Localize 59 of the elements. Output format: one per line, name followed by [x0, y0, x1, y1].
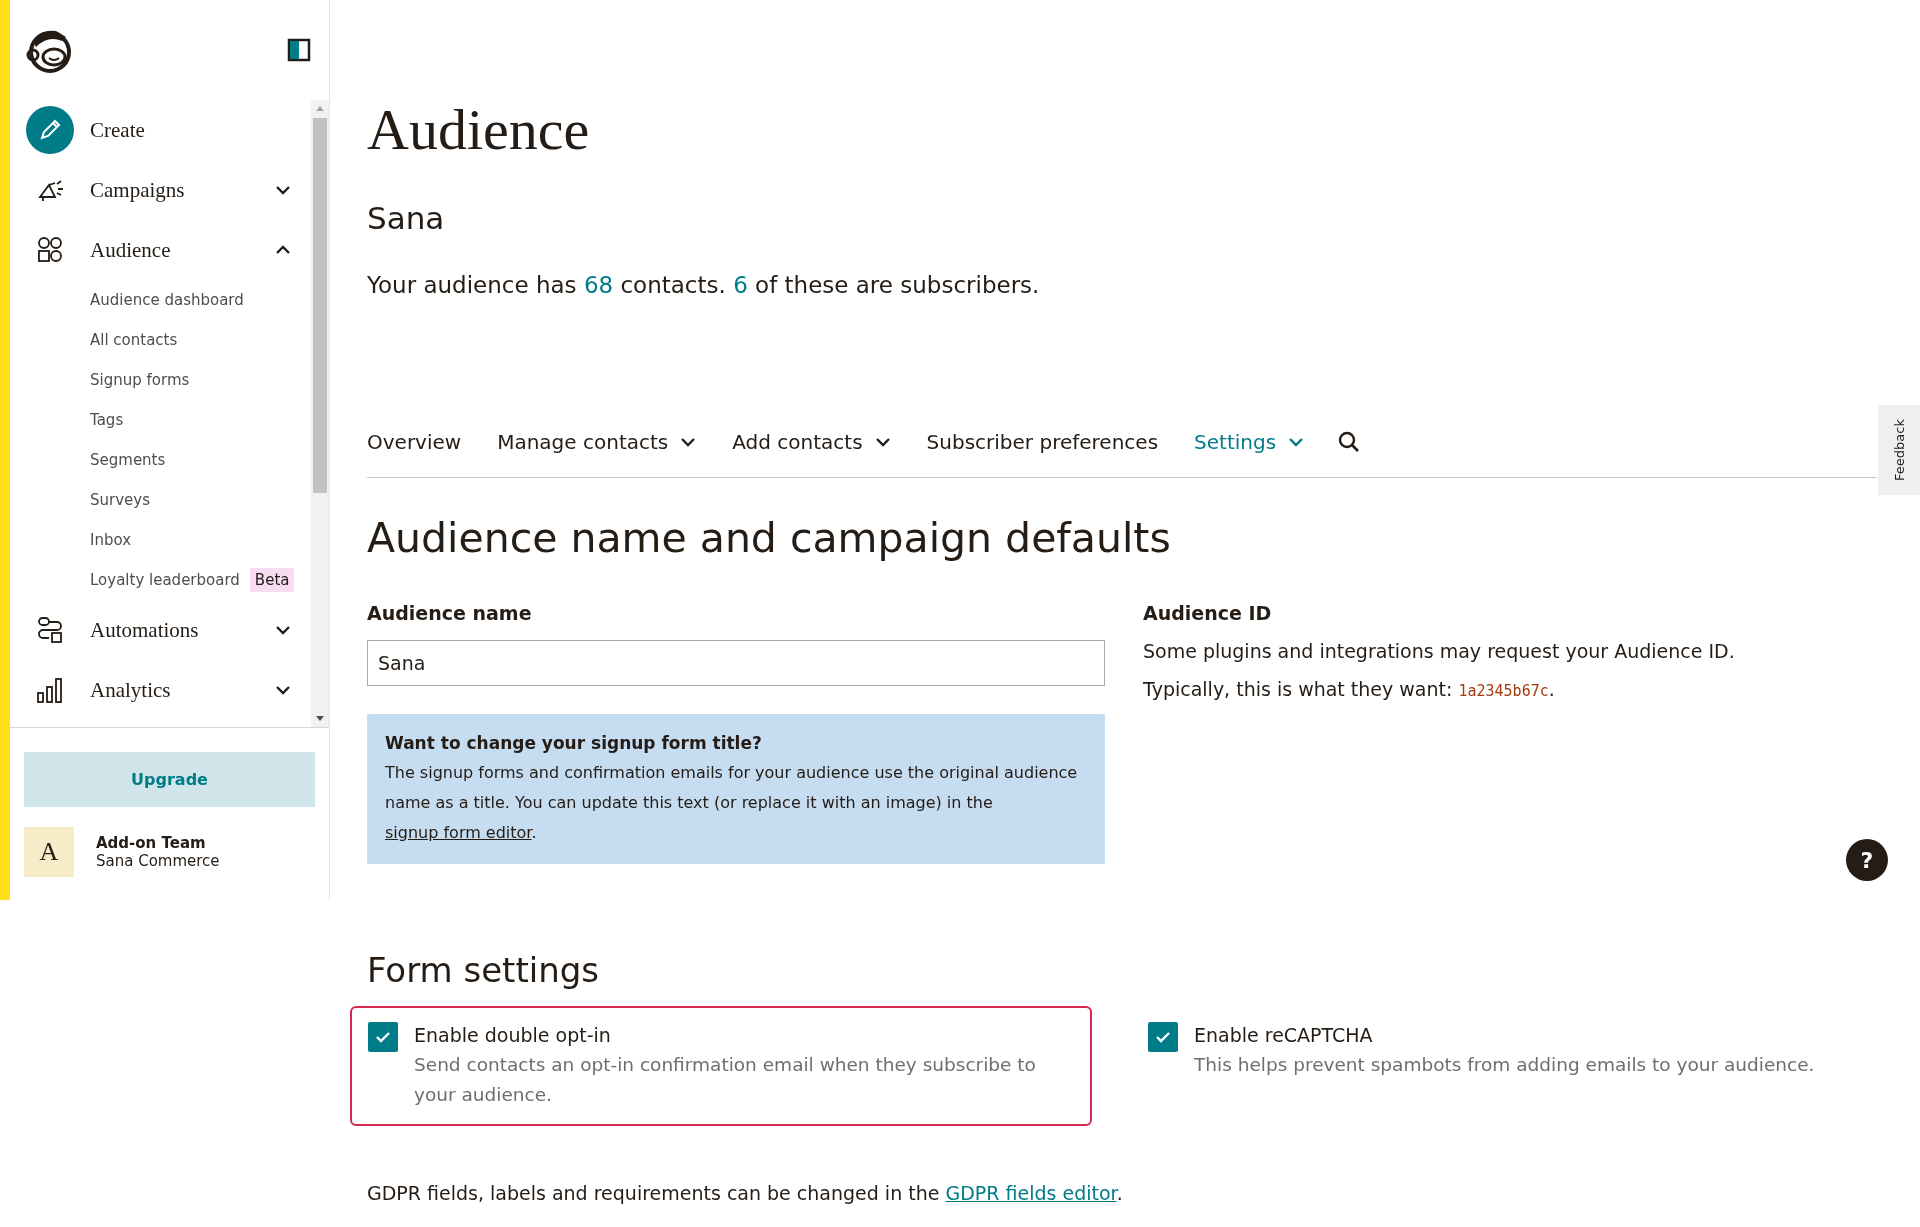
- page-title: Audience: [367, 98, 591, 162]
- nav-subitem[interactable]: Tags: [90, 411, 124, 429]
- info-text: The signup forms and confirmation emails for your audience use the original audience name as a title. You can update this text (or replace it with an image) in the signup form editor.: [385, 762, 1078, 842]
- nav-subitem[interactable]: Audience dashboard: [90, 291, 244, 309]
- nav-subitem[interactable]: Signup forms: [90, 371, 190, 389]
- gdpr-fields-editor-link[interactable]: GDPR fields editor: [945, 1181, 1117, 1204]
- checkbox-description: Send contacts an opt-in confirmation email when they subscribe to your audience.: [414, 1052, 1037, 1107]
- checkbox-label: Enable reCAPTCHA: [1194, 1023, 1374, 1046]
- field-label: Audience ID: [1143, 601, 1272, 624]
- nav-subitem[interactable]: Segments: [90, 451, 166, 469]
- chevron-down-icon: [874, 437, 891, 448]
- help-button[interactable]: ?: [1846, 839, 1888, 881]
- nav-item[interactable]: Campaigns: [10, 160, 311, 220]
- section-title: Form settings: [367, 949, 600, 990]
- beta-badge: Beta: [249, 568, 295, 592]
- upgrade-button[interactable]: Upgrade: [24, 752, 315, 807]
- nav-subitem[interactable]: Surveys: [90, 491, 150, 509]
- account-name: Add-on Team: [96, 834, 207, 852]
- nav-subitem[interactable]: Loyalty leaderboard: [90, 571, 240, 589]
- bar-chart-icon: [35, 675, 65, 705]
- people-icon: [35, 235, 65, 265]
- workflow-icon: [35, 615, 65, 645]
- audience-name-heading: Sana: [367, 199, 445, 236]
- checkbox[interactable]: [1148, 1021, 1178, 1052]
- create-pencil-icon: [26, 106, 74, 154]
- nav-item[interactable]: Automations: [10, 600, 311, 660]
- info-title: Want to change your signup form title?: [385, 731, 763, 755]
- audience-summary: Your audience has 68 contacts. 6 of these are subscribers.: [367, 271, 1040, 298]
- tab[interactable]: Settings: [1194, 430, 1305, 455]
- nav-subitem[interactable]: All contacts: [90, 331, 178, 349]
- checkbox-label: Enable double opt-in: [414, 1023, 612, 1046]
- nav-item[interactable]: Analytics: [10, 660, 311, 720]
- nav-item[interactable]: Audience: [10, 220, 311, 280]
- panel-toggle-icon[interactable]: [287, 38, 311, 62]
- search-icon[interactable]: [1338, 431, 1361, 454]
- checkbox-description: This helps prevent spambots from adding emails to your audience.: [1194, 1052, 1815, 1077]
- tab[interactable]: Add contacts: [732, 430, 891, 455]
- field-label: Audience name: [367, 601, 532, 624]
- audience-id-hint: Some plugins and integrations may request your Audience ID.: [1143, 639, 1736, 662]
- signup-form-editor-link[interactable]: signup form editor: [385, 822, 532, 842]
- account-avatar[interactable]: A: [24, 827, 74, 877]
- feedback-tab[interactable]: Feedback: [1878, 405, 1920, 495]
- scroll-down-arrow-icon[interactable]: [315, 715, 325, 723]
- tab[interactable]: Overview: [367, 430, 462, 455]
- checkmark-icon: [375, 1030, 391, 1043]
- tab[interactable]: Manage contacts: [497, 430, 697, 455]
- audience-name-field[interactable]: Sana: [367, 639, 1105, 686]
- gdpr-note: GDPR fields, labels and requirements can be changed in the GDPR fields editor.: [367, 1181, 1123, 1204]
- chevron-down-icon: [680, 437, 697, 448]
- checkmark-icon: [1155, 1030, 1171, 1043]
- nav-item[interactable]: Create: [10, 100, 311, 160]
- scrollbar[interactable]: [311, 100, 329, 727]
- nav-subitem[interactable]: Inbox: [90, 531, 132, 549]
- company-name: Sana Commerce: [96, 852, 220, 870]
- chevron-down-icon: [1288, 437, 1305, 448]
- checkbox[interactable]: [368, 1021, 398, 1052]
- section-title: Audience name and campaign defaults: [367, 513, 1172, 562]
- audience-id-text: Typically, this is what they want: 1a2345b67c.: [1143, 677, 1556, 700]
- tab[interactable]: Subscriber preferences: [926, 430, 1159, 455]
